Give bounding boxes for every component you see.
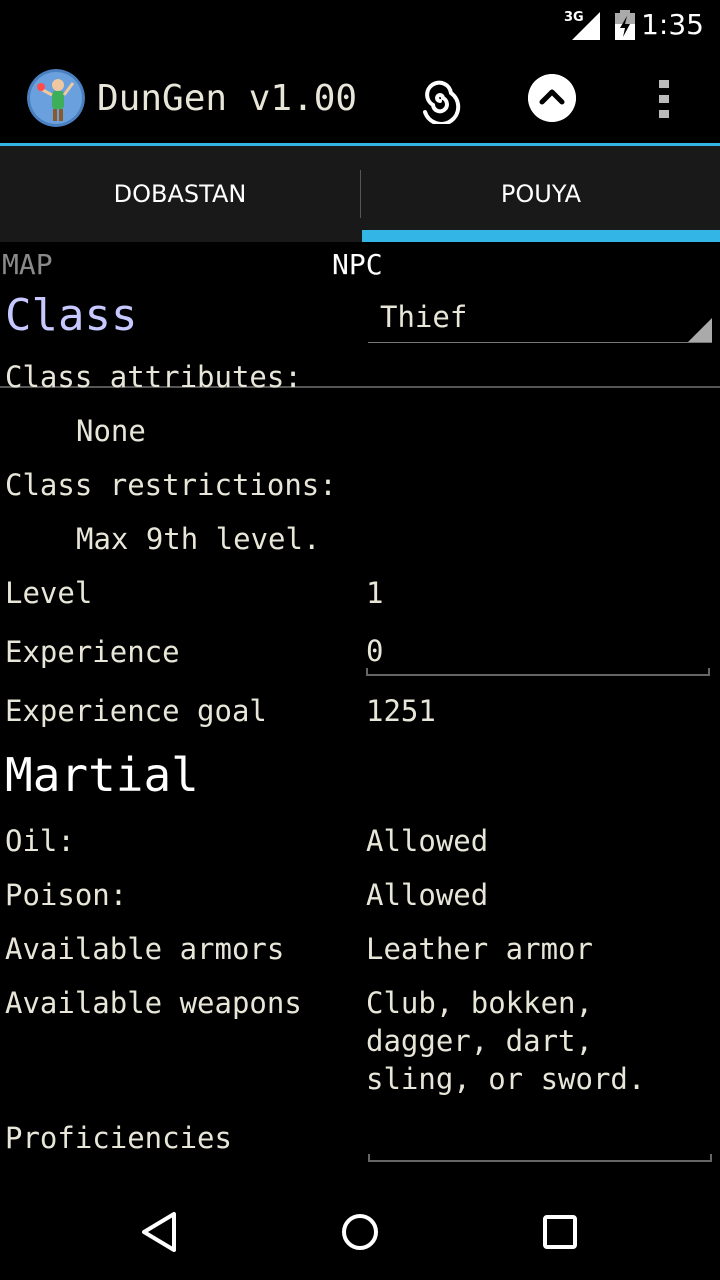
- back-icon[interactable]: [138, 1210, 182, 1254]
- armors-label: Available armors: [5, 932, 285, 966]
- overflow-menu-icon[interactable]: [654, 78, 674, 120]
- oil-label: Oil:: [5, 824, 75, 858]
- selected-tab-indicator: [362, 230, 720, 242]
- recents-icon[interactable]: [538, 1210, 582, 1254]
- subtab-map[interactable]: MAP: [2, 248, 53, 281]
- tab-label: POUYA: [500, 180, 582, 208]
- weapons-label: Available weapons: [5, 986, 302, 1020]
- swirl-icon[interactable]: [414, 78, 466, 124]
- action-bar: DunGen v1.00: [0, 50, 720, 144]
- tab-pouya[interactable]: POUYA: [362, 146, 720, 242]
- home-icon[interactable]: [338, 1210, 382, 1254]
- proficiencies-label: Proficiencies: [5, 1121, 232, 1155]
- class-spinner-value: Thief: [380, 300, 468, 334]
- weapons-value-line-1: Club, bokken,: [366, 986, 593, 1020]
- signal-icon: [572, 12, 600, 40]
- class-restrictions-value: Max 9th level.: [76, 522, 321, 556]
- tab-divider: [360, 170, 361, 218]
- proficiencies-input[interactable]: [368, 1122, 712, 1162]
- class-restrictions-label: Class restrictions:: [5, 468, 337, 502]
- battery-charging-icon: [615, 10, 635, 40]
- oil-value: Allowed: [366, 824, 489, 858]
- weapons-value-line-3: sling, or sword.: [366, 1062, 646, 1096]
- experience-input-value: 0: [366, 634, 384, 668]
- subtab-npc[interactable]: NPC: [332, 248, 383, 281]
- app-logo-icon[interactable]: [27, 69, 85, 127]
- spinner-arrow-icon: [688, 318, 712, 342]
- status-bar: 3G 1:35: [0, 0, 720, 50]
- class-attributes-label: Class attributes:: [5, 360, 302, 394]
- experience-input[interactable]: 0: [366, 634, 710, 676]
- tab-dobastan[interactable]: DOBASTAN: [0, 146, 360, 242]
- martial-heading: Martial: [5, 748, 199, 802]
- weapons-value-line-2: dagger, dart,: [366, 1024, 593, 1058]
- class-attributes-value: None: [76, 414, 146, 448]
- tab-label: DOBASTAN: [113, 180, 247, 208]
- chevron-up-icon[interactable]: [528, 74, 576, 122]
- tab-bar: DOBASTAN POUYA: [0, 146, 720, 388]
- class-heading: Class: [5, 290, 138, 341]
- armors-value: Leather armor: [366, 932, 593, 966]
- app-title: DunGen v1.00: [97, 78, 358, 119]
- experience-goal-value: 1251: [366, 694, 436, 728]
- class-spinner[interactable]: Thief: [368, 296, 712, 343]
- poison-label: Poison:: [5, 878, 128, 912]
- experience-label: Experience: [5, 635, 180, 669]
- clock: 1:35: [641, 8, 704, 41]
- system-nav-bar: [0, 1184, 720, 1280]
- experience-goal-label: Experience goal: [5, 694, 267, 728]
- level-value: 1: [366, 576, 384, 610]
- poison-value: Allowed: [366, 878, 489, 912]
- level-label: Level: [5, 576, 93, 610]
